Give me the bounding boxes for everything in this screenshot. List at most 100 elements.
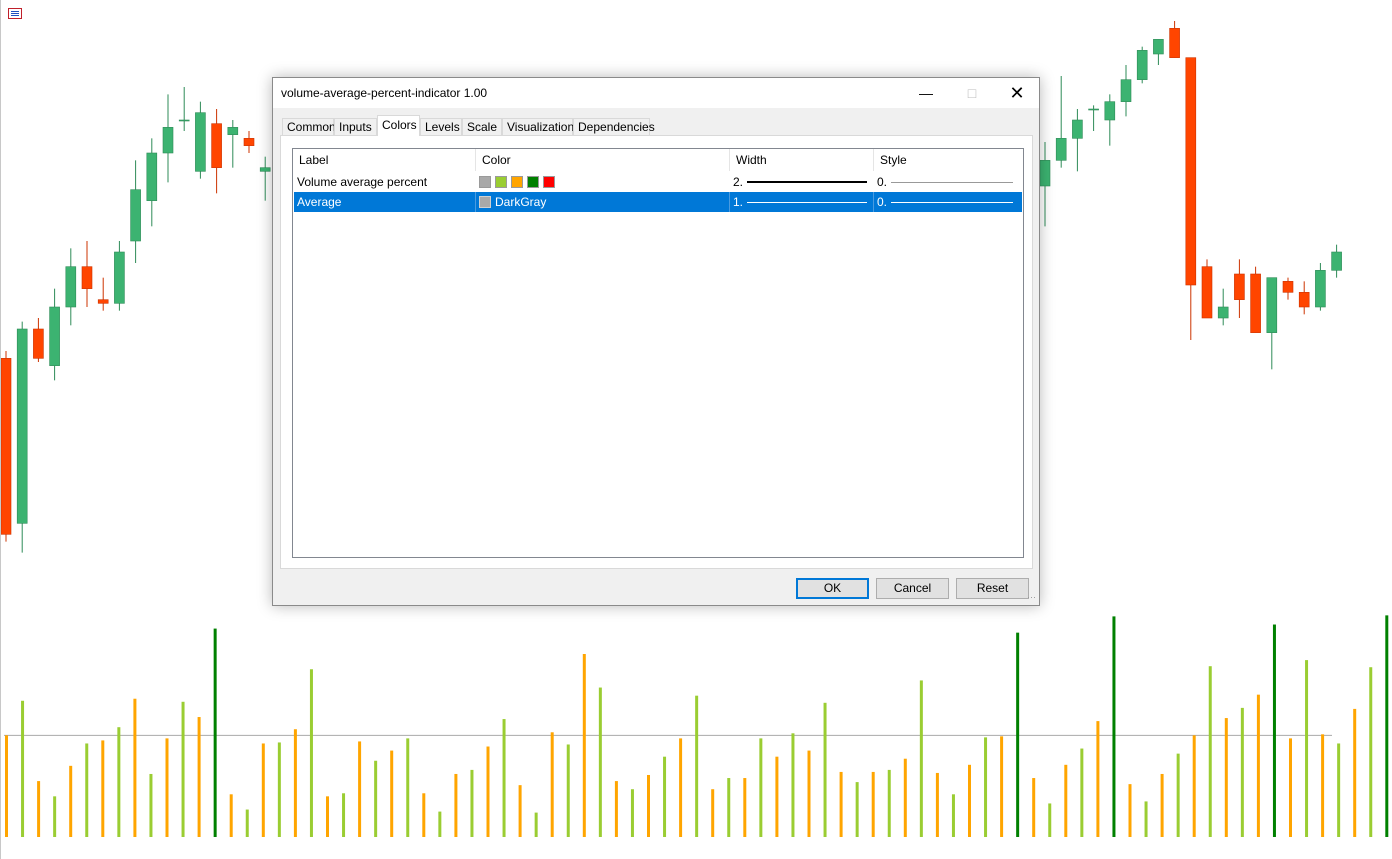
volume-bar [711, 789, 715, 837]
volume-bar [759, 738, 763, 837]
tab-common[interactable]: Common [282, 118, 336, 135]
row-color[interactable]: DarkGray [476, 192, 730, 212]
volume-bar [486, 746, 490, 837]
volume-bar [101, 740, 105, 837]
color-swatch[interactable] [543, 175, 555, 188]
volume-bar [1208, 666, 1212, 837]
volume-bar [1048, 803, 1052, 837]
volume-bar [679, 738, 683, 837]
volume-bar [534, 812, 538, 837]
volume-bar [133, 698, 137, 837]
volume-bar [791, 733, 795, 837]
close-icon[interactable]: ✕ [994, 78, 1040, 108]
grid-row-average[interactable]: Average DarkGray 1. 0. [294, 192, 1022, 212]
resize-grip-icon[interactable]: ⋯ [1027, 593, 1036, 602]
row-width[interactable]: 1. [730, 192, 874, 212]
volume-bar [919, 680, 923, 837]
volume-bar [69, 765, 73, 837]
volume-bar [1144, 801, 1148, 837]
volume-bar [245, 809, 249, 837]
dialog-titlebar[interactable]: volume-average-percent-indicator 1.00 — … [273, 78, 1039, 108]
color-swatch[interactable] [479, 195, 491, 208]
style-line-sample [891, 202, 1013, 203]
volume-bar [518, 785, 522, 837]
volume-bar [1321, 734, 1325, 837]
volume-bar [839, 771, 843, 837]
row-style[interactable]: 0. [874, 192, 1023, 212]
tab-levels[interactable]: Levels [420, 118, 462, 135]
volume-bar [647, 774, 650, 837]
volume-bar [1032, 778, 1036, 837]
volume-bar [342, 793, 346, 837]
style-value: 0. [877, 195, 888, 209]
volume-bar [197, 717, 201, 837]
tab-colors[interactable]: Colors [377, 115, 420, 136]
volume-bar [695, 695, 699, 837]
ok-button[interactable]: OK [796, 578, 869, 599]
width-line-sample [747, 181, 867, 183]
reset-button[interactable]: Reset [956, 578, 1029, 599]
volume-bar [406, 738, 410, 837]
color-swatch[interactable] [527, 175, 539, 188]
color-swatch[interactable] [495, 175, 507, 188]
volume-bar [309, 669, 313, 837]
minimize-icon[interactable]: — [903, 78, 949, 108]
volume-bar [1128, 784, 1132, 837]
row-label: Volume average percent [297, 175, 428, 189]
volume-bar [935, 772, 939, 837]
volume-bar [1080, 748, 1084, 837]
volume-bar [1016, 632, 1020, 837]
volume-bar [422, 793, 426, 837]
volume-bar [229, 794, 233, 837]
volume-bar [165, 738, 169, 837]
volume-bar [1369, 667, 1373, 837]
style-value: 0. [877, 175, 888, 189]
row-style[interactable]: 0. [874, 172, 1023, 192]
volume-bar [454, 773, 458, 837]
volume-bar [502, 719, 506, 837]
volume-bar [277, 742, 281, 837]
volume-bar [951, 794, 955, 837]
grid-row-volume-average-percent[interactable]: Volume average percent 2. 0. [294, 172, 1022, 192]
volume-bar [358, 741, 362, 837]
volume-bar [5, 735, 8, 837]
row-width[interactable]: 2. [730, 172, 874, 192]
maximize-icon: □ [967, 85, 977, 101]
colors-tab-panel: Label Color Width Style Volume average p… [280, 135, 1033, 569]
volume-bar [1160, 773, 1164, 837]
volume-bar [823, 702, 827, 837]
volume-bar [871, 771, 875, 837]
tab-scale[interactable]: Scale [462, 118, 502, 135]
tab-dependencies[interactable]: Dependencies [573, 118, 655, 135]
column-width[interactable]: Width [730, 149, 874, 171]
style-line-sample [891, 182, 1013, 183]
volume-bar [566, 744, 570, 837]
volume-bar [438, 811, 442, 837]
chart-properties-icon[interactable] [8, 8, 22, 19]
column-label[interactable]: Label [293, 149, 476, 171]
column-color[interactable]: Color [476, 149, 730, 171]
column-style[interactable]: Style [874, 149, 1023, 171]
cancel-button[interactable]: Cancel [876, 578, 949, 599]
width-value: 1. [733, 195, 744, 209]
color-swatch[interactable] [479, 175, 491, 188]
volume-bar [1385, 615, 1389, 837]
row-color[interactable] [476, 172, 730, 192]
volume-bar [1353, 708, 1357, 837]
volume-bar [1256, 694, 1260, 837]
volume-bar [1305, 660, 1309, 837]
tab-visualization[interactable]: Visualization [502, 118, 574, 135]
volume-bar [887, 769, 891, 837]
volume-bar [663, 756, 667, 837]
volume-bar [1112, 616, 1116, 837]
volume-bar [1337, 743, 1341, 837]
volume-bar [1192, 735, 1196, 837]
tab-inputs[interactable]: Inputs [334, 118, 377, 135]
volume-bar [149, 773, 153, 837]
volume-bar [293, 729, 297, 837]
volume-bar [1000, 736, 1004, 837]
color-swatch[interactable] [511, 175, 523, 188]
width-value: 2. [733, 175, 744, 189]
width-line-sample [747, 202, 867, 203]
volume-bar [807, 750, 811, 837]
